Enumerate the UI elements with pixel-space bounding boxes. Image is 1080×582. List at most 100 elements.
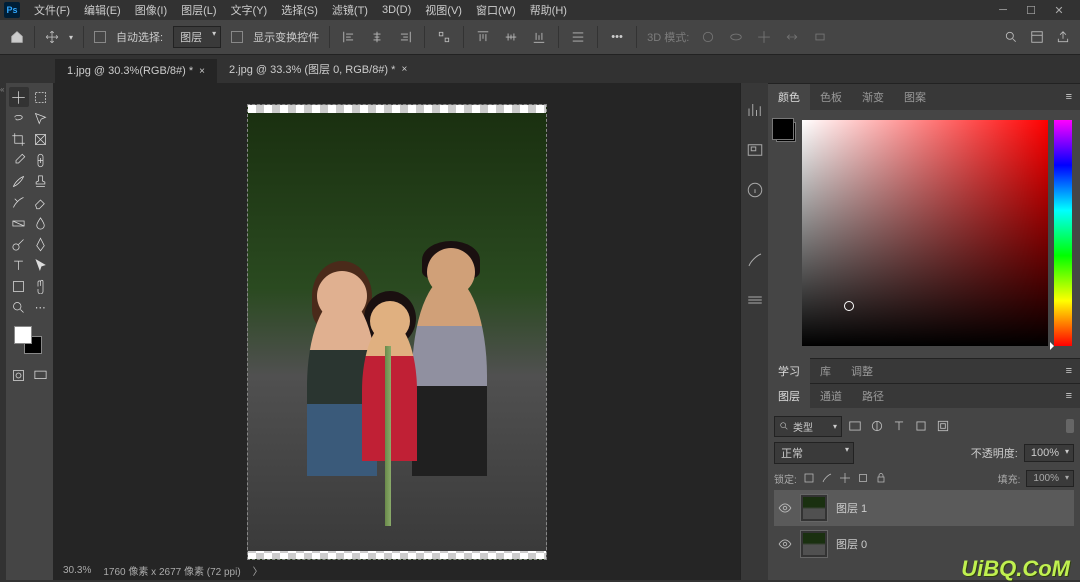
tab-libraries[interactable]: 库 <box>810 358 841 384</box>
auto-select-target[interactable]: 图层 <box>173 26 221 48</box>
dodge-tool[interactable] <box>9 234 29 254</box>
distribute-icon[interactable] <box>435 28 453 46</box>
quick-mask-icon[interactable] <box>9 365 29 385</box>
home-icon[interactable] <box>10 30 24 44</box>
search-icon[interactable] <box>1004 30 1018 44</box>
status-more-icon[interactable]: 〉 <box>253 563 263 578</box>
brush-settings-icon[interactable] <box>746 251 764 269</box>
share-icon[interactable] <box>1056 30 1070 44</box>
menu-3d[interactable]: 3D(D) <box>376 2 417 18</box>
document-tab[interactable]: 1.jpg @ 30.3%(RGB/8#) * × <box>55 59 217 83</box>
info-icon[interactable] <box>746 181 764 199</box>
document-dimensions[interactable]: 1760 像素 x 2677 像素 (72 ppi) <box>103 563 240 578</box>
layer-thumbnail[interactable] <box>800 494 828 522</box>
color-preview[interactable] <box>776 122 796 142</box>
menu-window[interactable]: 窗口(W) <box>470 0 522 20</box>
foreground-color[interactable] <box>14 326 32 344</box>
menu-file[interactable]: 文件(F) <box>28 0 76 20</box>
fill-value[interactable]: 100% <box>1026 470 1074 487</box>
layer-name[interactable]: 图层 1 <box>836 500 867 516</box>
filter-adjust-icon[interactable] <box>870 419 884 433</box>
edit-toolbar[interactable]: ⋯ <box>30 297 50 317</box>
filter-type-icon[interactable] <box>892 419 906 433</box>
filter-toggle[interactable] <box>1066 419 1074 433</box>
zoom-tool[interactable] <box>9 297 29 317</box>
tab-paths[interactable]: 路径 <box>852 383 894 409</box>
layer-item[interactable]: 图层 1 <box>774 490 1074 526</box>
align-vcenter-icon[interactable] <box>502 28 520 46</box>
gradient-tool[interactable] <box>9 213 29 233</box>
eraser-tool[interactable] <box>30 192 50 212</box>
visibility-icon[interactable] <box>778 501 792 515</box>
tab-layers[interactable]: 图层 <box>768 383 810 409</box>
tab-channels[interactable]: 通道 <box>810 383 852 409</box>
opacity-value[interactable]: 100% <box>1024 444 1074 462</box>
panel-menu-icon[interactable]: ≡ <box>1058 91 1080 103</box>
panel-menu-icon[interactable]: ≡ <box>1058 390 1080 402</box>
layer-name[interactable]: 图层 0 <box>836 536 867 552</box>
more-options-icon[interactable]: ••• <box>608 28 626 46</box>
filter-smart-icon[interactable] <box>936 419 950 433</box>
history-brush-tool[interactable] <box>9 192 29 212</box>
lock-artboard-icon[interactable] <box>857 471 869 485</box>
maximize-button[interactable]: ☐ <box>1024 3 1038 17</box>
align-bottom-icon[interactable] <box>530 28 548 46</box>
lock-transparent-icon[interactable] <box>803 471 815 485</box>
histogram-icon[interactable] <box>746 101 764 119</box>
brush-tool[interactable] <box>9 171 29 191</box>
screen-mode-icon[interactable] <box>30 365 50 385</box>
tab-patterns[interactable]: 图案 <box>894 84 936 110</box>
visibility-icon[interactable] <box>778 537 792 551</box>
hue-slider[interactable] <box>1054 120 1072 346</box>
workspace-icon[interactable] <box>1030 30 1044 44</box>
navigator-icon[interactable] <box>746 141 764 159</box>
move-tool[interactable] <box>9 87 29 107</box>
quick-select-tool[interactable] <box>30 108 50 128</box>
tab-learn[interactable]: 学习 <box>768 358 810 384</box>
color-swatches[interactable] <box>8 324 51 360</box>
auto-select-checkbox[interactable] <box>94 31 106 43</box>
show-transform-checkbox[interactable] <box>231 31 243 43</box>
pen-tool[interactable] <box>30 234 50 254</box>
lock-position-icon[interactable] <box>839 471 851 485</box>
brushes-icon[interactable] <box>746 291 764 309</box>
canvas[interactable]: 30.3% 1760 像素 x 2677 像素 (72 ppi) 〉 <box>53 83 740 580</box>
marquee-tool[interactable] <box>30 87 50 107</box>
hand-tool[interactable] <box>30 276 50 296</box>
filter-pixel-icon[interactable] <box>848 419 862 433</box>
blend-mode-select[interactable]: 正常 <box>774 442 854 464</box>
menu-layer[interactable]: 图层(L) <box>175 0 222 20</box>
align-right-icon[interactable] <box>396 28 414 46</box>
tab-gradients[interactable]: 渐变 <box>852 84 894 110</box>
align-hcenter-icon[interactable] <box>368 28 386 46</box>
menu-view[interactable]: 视图(V) <box>419 0 468 20</box>
panel-menu-icon[interactable]: ≡ <box>1058 365 1080 377</box>
frame-tool[interactable] <box>30 129 50 149</box>
layer-filter-type[interactable]: 类型 ▾ <box>774 416 842 437</box>
lasso-tool[interactable] <box>9 108 29 128</box>
menu-select[interactable]: 选择(S) <box>275 0 324 20</box>
tab-adjustments[interactable]: 调整 <box>841 358 883 384</box>
menu-help[interactable]: 帮助(H) <box>524 0 573 20</box>
tab-close-icon[interactable]: × <box>401 64 407 75</box>
tab-color[interactable]: 颜色 <box>768 84 810 110</box>
blur-tool[interactable] <box>30 213 50 233</box>
crop-tool[interactable] <box>9 129 29 149</box>
menu-edit[interactable]: 编辑(E) <box>78 0 127 20</box>
menu-type[interactable]: 文字(Y) <box>225 0 274 20</box>
menu-image[interactable]: 图像(I) <box>129 0 173 20</box>
tab-close-icon[interactable]: × <box>199 66 205 77</box>
type-tool[interactable] <box>9 255 29 275</box>
layer-thumbnail[interactable] <box>800 530 828 558</box>
move-tool-icon[interactable] <box>45 30 59 44</box>
stamp-tool[interactable] <box>30 171 50 191</box>
color-field[interactable] <box>802 120 1048 346</box>
layer-item[interactable]: 图层 0 <box>774 526 1074 562</box>
shape-tool[interactable] <box>9 276 29 296</box>
lock-all-icon[interactable] <box>875 471 887 485</box>
menu-filter[interactable]: 滤镜(T) <box>326 0 374 20</box>
tab-swatches[interactable]: 色板 <box>810 84 852 110</box>
close-button[interactable]: ✕ <box>1052 3 1066 17</box>
align-left-icon[interactable] <box>340 28 358 46</box>
path-select-tool[interactable] <box>30 255 50 275</box>
